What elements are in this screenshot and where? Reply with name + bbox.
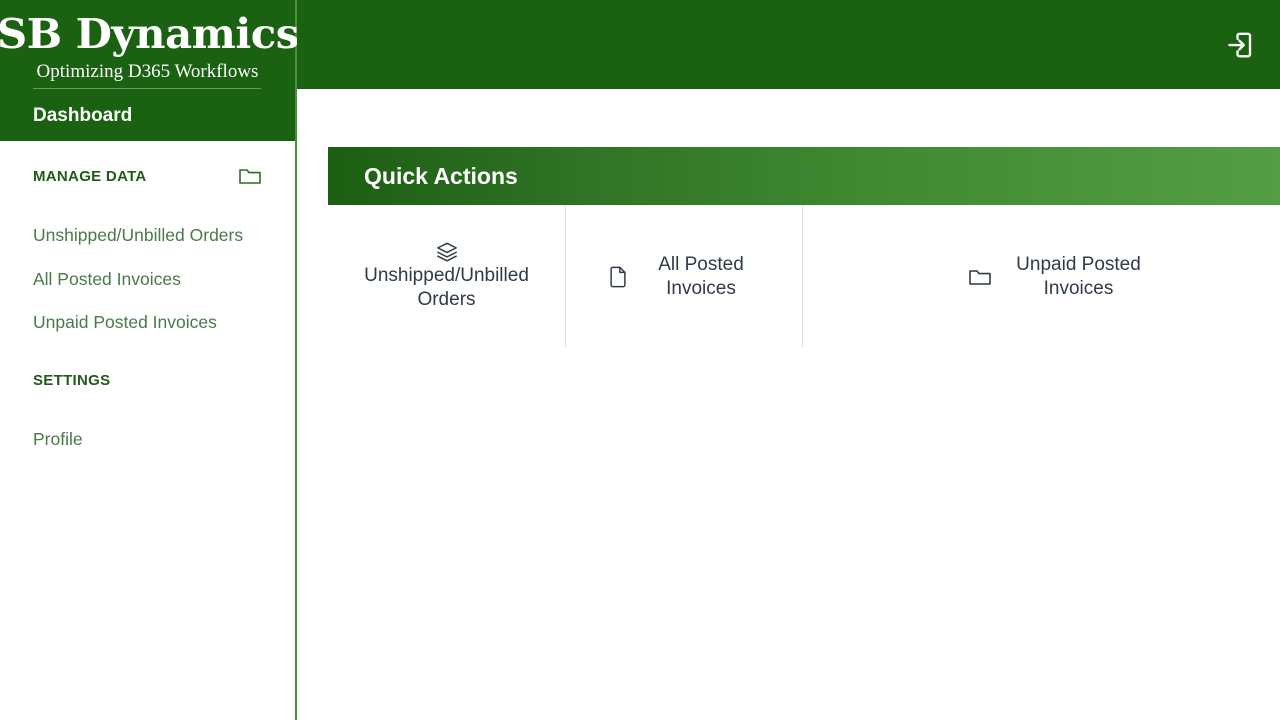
brand-logo: SB Dynamics ERP [0, 10, 298, 58]
logout-icon [1225, 30, 1255, 60]
quick-action-label: Unshipped/Unbilled Orders [352, 264, 542, 312]
sidebar: SB Dynamics ERP Optimizing D365 Workflow… [0, 0, 297, 720]
quick-actions-list: Unshipped/Unbilled Orders All Posted Inv… [328, 205, 1280, 348]
sidebar-section-title: SETTINGS [33, 372, 110, 389]
file-document-icon [607, 265, 629, 289]
sidebar-item-unpaid-posted-invoices[interactable]: Unpaid Posted Invoices [0, 311, 217, 333]
layers-icon [436, 241, 458, 263]
quick-action-inner: All Posted Invoices [607, 253, 761, 301]
quick-action-inner: Unpaid Posted Invoices [930, 253, 1154, 301]
quick-action-unshipped-unbilled-orders[interactable]: Unshipped/Unbilled Orders [328, 205, 565, 348]
sidebar-section-manage-data: MANAGE DATA [0, 164, 295, 188]
logout-button[interactable] [1218, 23, 1262, 67]
brand-tagline: Optimizing D365 Workflows [0, 61, 295, 83]
quick-action-label: All Posted Invoices [641, 253, 761, 301]
folder-icon [968, 267, 992, 287]
folder-icon [238, 166, 262, 186]
quick-actions-panel: Quick Actions Unshipped/Unbilled Ord [328, 147, 1280, 348]
brand-divider [33, 88, 261, 89]
sidebar-item-profile[interactable]: Profile [0, 428, 83, 450]
sidebar-item-dashboard[interactable]: Dashboard [33, 103, 132, 129]
quick-actions-header: Quick Actions [328, 147, 1280, 205]
sidebar-item-unshipped-unbilled-orders[interactable]: Unshipped/Unbilled Orders [0, 224, 243, 246]
sidebar-item-all-posted-invoices[interactable]: All Posted Invoices [0, 268, 181, 290]
sidebar-brand-block: SB Dynamics ERP Optimizing D365 Workflow… [0, 0, 295, 141]
quick-action-unpaid-posted-invoices[interactable]: Unpaid Posted Invoices [802, 205, 1280, 348]
quick-action-all-posted-invoices[interactable]: All Posted Invoices [565, 205, 802, 348]
quick-action-label: Unpaid Posted Invoices [1004, 253, 1154, 301]
sidebar-section-header-manage-data[interactable]: MANAGE DATA [0, 164, 295, 188]
app-root: SB Dynamics ERP Optimizing D365 Workflow… [0, 0, 1280, 720]
sidebar-section-header-settings[interactable]: SETTINGS [0, 368, 295, 392]
main-content: Quick Actions Unshipped/Unbilled Ord [297, 89, 1280, 720]
sidebar-section-settings: SETTINGS [0, 368, 295, 392]
quick-action-inner: Unshipped/Unbilled Orders [352, 241, 542, 312]
sidebar-section-title: MANAGE DATA [33, 168, 147, 185]
page-title: Quick Actions [364, 162, 518, 190]
top-header-bar [297, 0, 1280, 89]
